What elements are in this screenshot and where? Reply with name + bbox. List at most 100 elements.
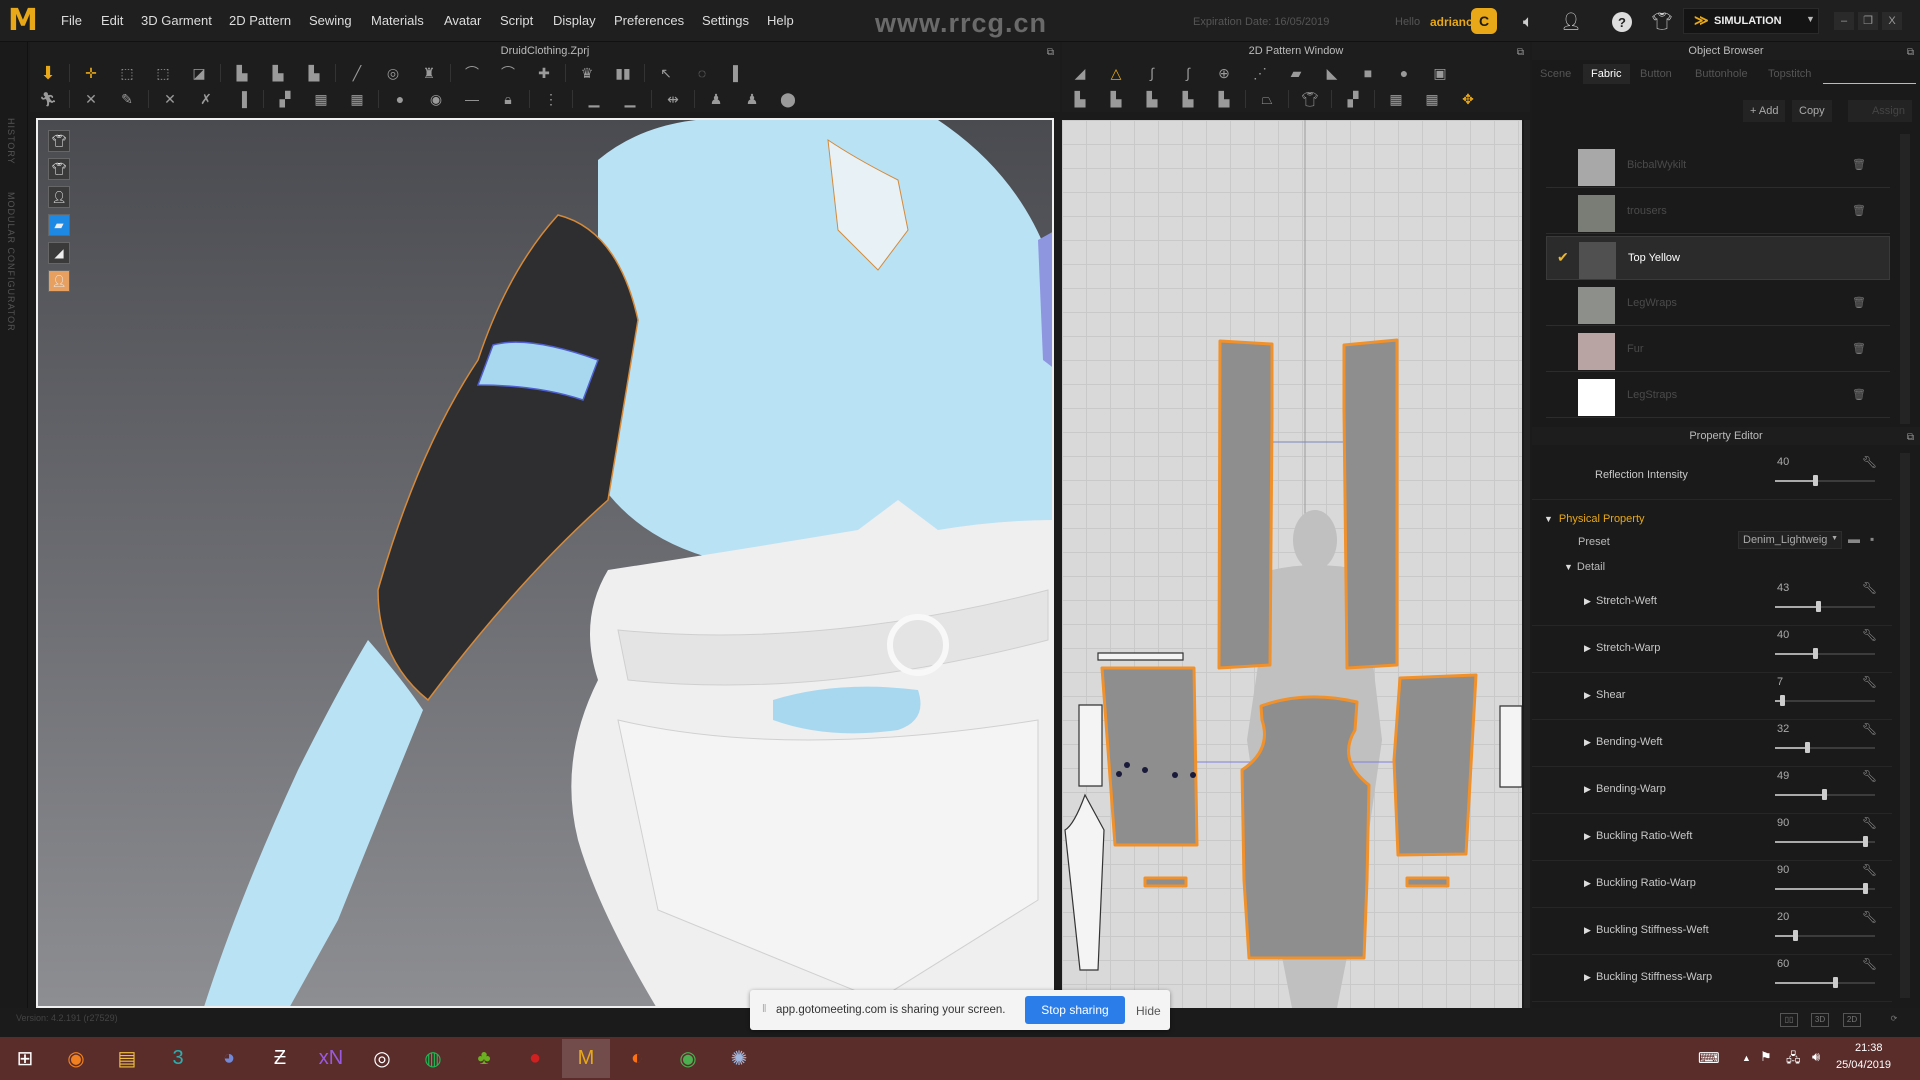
menu-3d-garment[interactable]: 3D Garment	[141, 13, 212, 28]
topstitch-icon[interactable]: ♟	[739, 88, 765, 110]
arrangement-icon[interactable]: ♛	[574, 62, 600, 84]
copy-fabric-button[interactable]: Copy	[1792, 100, 1832, 122]
tab-fabric[interactable]: Fabric	[1583, 64, 1630, 84]
menu-avatar[interactable]: Avatar	[444, 13, 481, 28]
split-view-button[interactable]: ▯▯	[1780, 1013, 1798, 1027]
fold-arrangement-icon[interactable]: ◪	[186, 62, 212, 84]
edit-pattern-icon[interactable]: ⌒	[495, 62, 521, 84]
expand-icon[interactable]: ▶	[1584, 596, 1591, 607]
sewing-curve-icon[interactable]: ▙	[301, 62, 327, 84]
menu-preferences[interactable]: Preferences	[614, 13, 684, 28]
edit-point-icon[interactable]: △	[1103, 62, 1129, 84]
pin-box-icon[interactable]: ◎	[380, 62, 406, 84]
expand-icon[interactable]: ▶	[1584, 643, 1591, 654]
seamline-icon[interactable]: ✕	[78, 88, 104, 110]
taskbar-marmoset-icon[interactable]: ♣	[460, 1039, 508, 1078]
taskbar-chrome-icon[interactable]: ◉	[664, 1039, 712, 1078]
delete-icon[interactable]: 🗑︎	[1852, 296, 1866, 309]
fasten-icon[interactable]: 🔒︎	[495, 88, 521, 110]
edit-sewing-icon[interactable]: ▙	[1211, 88, 1237, 110]
free-sewing-2d-icon[interactable]: ▙	[1103, 88, 1129, 110]
viewport-3d[interactable]: 👕︎ 👕︎ 👤︎ ▰ ◢ 👤︎	[36, 118, 1054, 1008]
taskbar-3ds-max-icon[interactable]: 3	[154, 1039, 202, 1078]
menu-edit[interactable]: Edit	[101, 13, 123, 28]
property-slider[interactable]	[1775, 836, 1875, 847]
tack-icon[interactable]: ♜	[416, 62, 442, 84]
wrench-icon[interactable]: 🔧︎	[1862, 769, 1877, 783]
property-value[interactable]: 32	[1777, 723, 1789, 735]
wrench-icon[interactable]: 🔧︎	[1862, 957, 1877, 971]
physical-property-section[interactable]: ▼ Physical Property	[1544, 513, 1645, 525]
wrench-icon[interactable]: 🔧︎	[1862, 863, 1877, 877]
fabric-swatch[interactable]	[1578, 149, 1615, 186]
check-sewing-icon[interactable]: ▙	[1175, 88, 1201, 110]
property-editor-scrollbar[interactable]	[1900, 453, 1910, 998]
property-value[interactable]: 43	[1777, 582, 1789, 594]
fabric-swatch[interactable]	[1578, 195, 1615, 232]
tape-measure-icon[interactable]: ◌	[689, 62, 715, 84]
curve-point-icon[interactable]: ∫	[1175, 62, 1201, 84]
button-select-icon[interactable]: ●	[387, 88, 413, 110]
menu-materials[interactable]: Materials	[371, 13, 424, 28]
clock-date[interactable]: 25/04/2019	[1836, 1059, 1891, 1071]
keyboard-icon[interactable]: ⌨	[1698, 1049, 1720, 1067]
avatar-pose-icon[interactable]: 🏃︎	[35, 88, 61, 110]
delete-icon[interactable]: 🗑︎	[1852, 388, 1866, 401]
taskbar-marvelous-designer-icon[interactable]: M	[562, 1039, 610, 1078]
property-value[interactable]: 7	[1777, 676, 1783, 688]
texture-2d-icon[interactable]: ▞	[1340, 88, 1366, 110]
select-mesh-brush-icon[interactable]: ⬚	[150, 62, 176, 84]
wrench-icon[interactable]: 🔧︎	[1862, 581, 1877, 595]
garment-fit-icon[interactable]: 👕︎	[1297, 88, 1323, 110]
shrinkage-icon[interactable]: ✕	[157, 88, 183, 110]
property-value[interactable]: 60	[1777, 958, 1789, 970]
property-slider[interactable]	[1775, 930, 1875, 941]
network-icon[interactable]: 🖧︎	[1786, 1049, 1801, 1071]
assign-fabric-button[interactable]: Assign	[1848, 100, 1912, 122]
edit-curvature-icon[interactable]: ⌒	[459, 62, 485, 84]
menu-script[interactable]: Script	[500, 13, 533, 28]
taskbar-obs-icon[interactable]: ◎	[358, 1039, 406, 1078]
popout-icon[interactable]: ⧉	[1907, 44, 1914, 62]
taskbar-spotify-icon[interactable]: ◍	[409, 1039, 457, 1078]
layer-icon[interactable]: ▐	[229, 88, 255, 110]
add-point-icon[interactable]: ⊕	[1211, 62, 1237, 84]
fabric-swatch[interactable]	[1578, 333, 1615, 370]
property-slider[interactable]	[1775, 883, 1875, 894]
expand-icon[interactable]: ▶	[1584, 737, 1591, 748]
3d-view-button[interactable]: 3D	[1811, 1013, 1829, 1027]
taskbar-realflow-icon[interactable]: ✺	[715, 1039, 763, 1078]
fold-icon[interactable]: ⏢	[1254, 88, 1280, 110]
buttonhole-icon[interactable]: —	[459, 88, 485, 110]
tape-icon[interactable]: ⬤	[775, 88, 801, 110]
fabric-list-item[interactable]: LegStraps 🗑︎	[1546, 374, 1890, 418]
segment-sewing-2d-icon[interactable]: ▙	[1067, 88, 1093, 110]
graphic-transform-2d-icon[interactable]: ▦	[1419, 88, 1445, 110]
expand-icon[interactable]: ▶	[1584, 972, 1591, 983]
tab-topstitch[interactable]: Topstitch	[1760, 64, 1819, 84]
pin-icon[interactable]: ╱	[344, 62, 370, 84]
property-slider[interactable]	[1775, 601, 1875, 612]
fabric-list-item[interactable]: ✔ Top Yellow	[1546, 236, 1890, 280]
close-button[interactable]: X	[1882, 12, 1902, 30]
property-slider[interactable]	[1775, 742, 1875, 753]
select-mesh-box-icon[interactable]: ⬚	[114, 62, 140, 84]
taskbar-xnormal-icon[interactable]: xN	[307, 1039, 355, 1078]
folder-icon[interactable]: ▬	[1848, 532, 1860, 546]
menu-file[interactable]: File	[61, 13, 82, 28]
refresh-icon[interactable]: ⟳	[1885, 1013, 1903, 1027]
polygon-icon[interactable]: ▰	[1283, 62, 1309, 84]
popout-icon[interactable]: ⧉	[1907, 429, 1914, 447]
tab-scene[interactable]: Scene	[1532, 64, 1579, 84]
preset-dropdown[interactable]: Denim_Lightweig ▼	[1738, 531, 1842, 549]
pin-2d-icon[interactable]: ✥	[1455, 88, 1481, 110]
menu-2d-pattern[interactable]: 2D Pattern	[229, 13, 291, 28]
property-value[interactable]: 90	[1777, 817, 1789, 829]
circle-icon[interactable]: ●	[1391, 62, 1417, 84]
taskbar-zbrush-icon[interactable]: Ƶ	[256, 1039, 304, 1078]
wrench-icon[interactable]: 🔧︎	[1862, 675, 1877, 689]
property-value[interactable]: 20	[1777, 911, 1789, 923]
graphic-2d-icon[interactable]: ▦	[1383, 88, 1409, 110]
taskbar-windows-start-icon[interactable]: ⊞	[1, 1039, 49, 1078]
rectangle-icon[interactable]: ■	[1355, 62, 1381, 84]
